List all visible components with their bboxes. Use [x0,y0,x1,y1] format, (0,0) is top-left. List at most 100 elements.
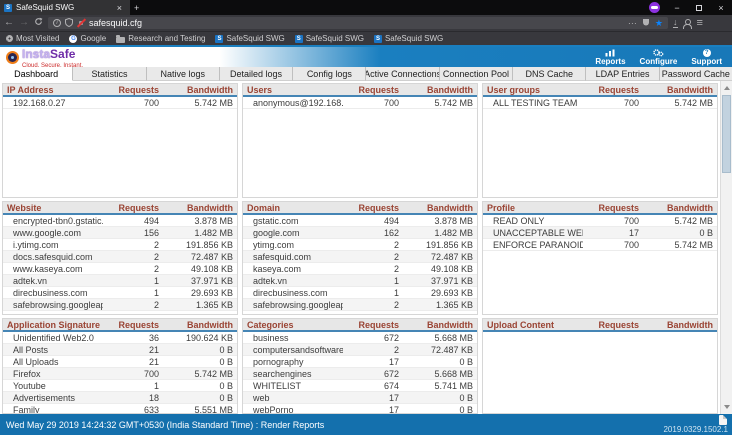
row-requests: 672 [343,333,399,343]
document-icon[interactable] [719,415,727,425]
folder-icon [116,37,125,43]
safesquid-favicon-icon [295,35,303,43]
tracking-shield-icon[interactable] [65,18,73,29]
row-bandwidth: 0 B [399,393,473,403]
row-name: encrypted-tbn0.gstatic.com [7,216,103,226]
site-info-icon[interactable]: i [53,19,61,27]
tab-ldap-entries[interactable]: LDAP Entries [586,67,659,81]
row-requests: 494 [103,216,159,226]
tab-dashboard[interactable]: Dashboard [0,67,73,81]
minimize-button[interactable]: − [666,0,688,15]
bookmark-star-icon[interactable]: ★ [655,18,663,29]
tab-detailed-logs[interactable]: Detailed logs [220,67,293,81]
table-row: ENFORCE PARANOID PRIVACY LEVEL7005.742 M… [483,239,717,251]
reports-button[interactable]: Reports [595,48,625,66]
bookmark-most-visited[interactable]: Most Visited [6,34,59,43]
panel-rows: anonymous@192.168.0.277005.742 MB [243,97,477,109]
panel-header-profile: ProfileRequestsBandwidth [483,202,717,215]
row-name: All Uploads [7,357,103,367]
download-icon[interactable]: ↓ [673,18,678,28]
panel-users: UsersRequestsBandwidthanonymous@192.168.… [242,83,478,198]
row-bandwidth: 5.668 MB [399,333,473,343]
bookmark-label: Research and Testing [128,34,205,43]
instasafe-logo-icon [6,51,19,64]
maximize-icon [696,5,702,11]
new-tab-button[interactable]: + [130,0,143,15]
table-row: gstatic.com4943.878 MB [243,215,477,227]
vertical-scrollbar[interactable] [720,81,732,414]
row-name: safebrowsing.googleapis.com [247,300,343,310]
row-bandwidth: 0 B [159,393,233,403]
forward-icon[interactable]: → [19,18,29,28]
support-icon: ? [703,48,711,57]
configure-button[interactable]: Configure [640,48,678,66]
url-text[interactable]: safesquid.cfg [89,18,624,28]
row-bandwidth: 1.482 MB [399,228,473,238]
tab-password-cache[interactable]: Password Cache [660,67,732,81]
table-row: All Uploads210 B [3,356,237,368]
row-requests: 700 [343,98,399,108]
support-label: Support [691,58,722,66]
row-name: Firefox [7,369,103,379]
panel-title: IP Address [7,85,103,95]
row-bandwidth: 5.551 MB [159,405,233,415]
panel-header-upload-content: Upload ContentRequestsBandwidth [483,319,717,332]
blocked-content-icon[interactable] [77,19,85,27]
tab-close-icon[interactable]: × [113,3,126,13]
scroll-up-icon[interactable] [721,82,732,94]
panel-title: Upload Content [487,320,583,330]
column-header-requests: Requests [583,85,639,95]
table-row: Advertisements180 B [3,392,237,404]
tab-connection-pool[interactable]: Connection Pool [440,67,513,81]
url-bar[interactable]: i safesquid.cfg ··· ★ [48,17,668,29]
table-row: google.com1621.482 MB [243,227,477,239]
row-requests: 2 [343,345,399,355]
bookmark-safesquid-swg[interactable]: SafeSquid SWG [295,34,364,43]
browser-tab[interactable]: S SafeSquid SWG × [0,0,130,15]
row-name: i.ytimg.com [7,240,103,250]
pocket-shield-icon[interactable] [642,18,650,28]
row-name: google.com [247,228,343,238]
row-requests: 17 [343,405,399,415]
table-row: Youtube10 B [3,380,237,392]
table-row: i.ytimg.com2191.856 KB [3,239,237,251]
reports-icon [605,48,615,57]
row-bandwidth: 5.742 MB [159,98,233,108]
tab-active-connections[interactable]: Active Connections [366,67,439,81]
scrollbar-thumb[interactable] [722,95,731,173]
scroll-down-icon[interactable] [721,401,732,413]
support-button[interactable]: ? Support [691,48,722,66]
column-header-requests: Requests [583,320,639,330]
configure-label: Configure [640,58,678,66]
bookmark-research-and-testing[interactable]: Research and Testing [116,34,205,43]
back-icon[interactable]: ← [4,18,14,28]
row-bandwidth: 72.487 KB [399,252,473,262]
page-header: InstaSafe Cloud. Secure. Instant. Report… [0,45,732,67]
bookmark-safesquid-swg[interactable]: SafeSquid SWG [374,34,443,43]
tab-native-logs[interactable]: Native logs [147,67,220,81]
row-requests: 2 [103,264,159,274]
table-row: searchengines6725.668 MB [243,368,477,380]
bookmark-label: SafeSquid SWG [385,34,443,43]
tab-statistics[interactable]: Statistics [73,67,146,81]
bookmark-label: Google [80,34,106,43]
bookmark-google[interactable]: GGoogle [69,34,106,43]
panel-ip-address: IP AddressRequestsBandwidth192.168.0.277… [2,83,238,198]
maximize-button[interactable] [688,0,710,15]
row-requests: 156 [103,228,159,238]
tab-config-logs[interactable]: Config logs [293,67,366,81]
close-button[interactable]: × [710,0,732,15]
private-browsing-icon [649,2,660,13]
panel-domain: DomainRequestsBandwidthgstatic.com4943.8… [242,201,478,315]
bookmark-label: Most Visited [16,34,59,43]
row-name: adtek.vn [7,276,103,286]
page-actions-icon[interactable]: ··· [628,18,637,28]
reports-label: Reports [595,58,625,66]
table-row: All Posts210 B [3,344,237,356]
account-icon[interactable] [683,19,692,28]
menu-icon[interactable]: ≡ [697,18,703,29]
refresh-icon[interactable] [34,17,43,29]
row-requests: 2 [343,300,399,310]
tab-dns-cache[interactable]: DNS Cache [513,67,586,81]
bookmark-safesquid-swg[interactable]: SafeSquid SWG [215,34,284,43]
